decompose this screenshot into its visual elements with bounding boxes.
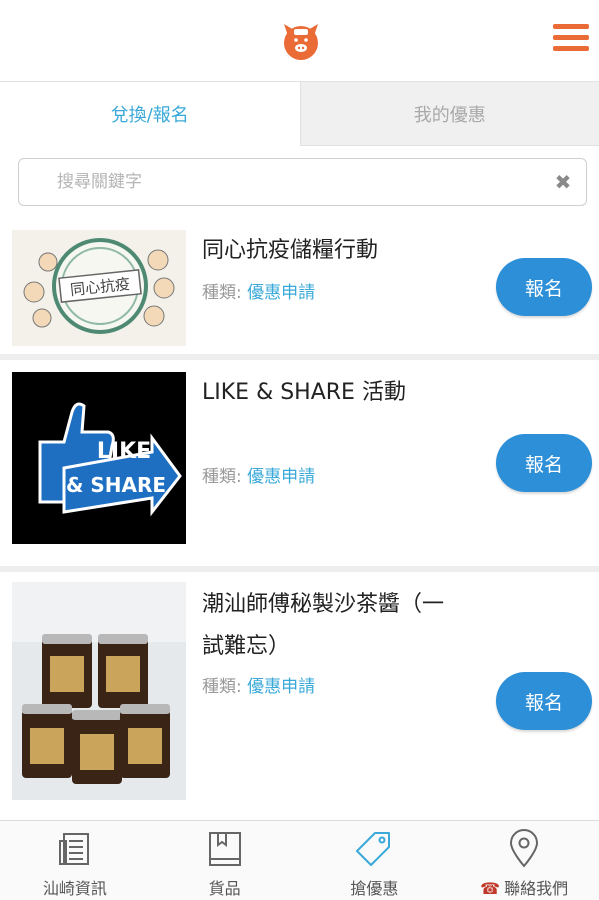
tab-my-offers[interactable]: 我的優惠	[299, 82, 599, 146]
item-image	[12, 582, 186, 800]
register-button[interactable]: 報名	[496, 434, 592, 492]
nav-item-products[interactable]: 貨品	[150, 821, 300, 900]
nav-label: 搶優惠	[350, 879, 399, 898]
search-input[interactable]	[31, 159, 551, 205]
nav-label-wrap: ☎ 聯絡我們	[449, 875, 599, 899]
bottom-navigation: 汕崎資訊 貨品 搶優惠 ☎ 聯絡我們	[0, 820, 599, 900]
telephone-icon: ☎	[480, 879, 501, 898]
nav-item-contact[interactable]: ☎ 聯絡我們	[449, 821, 599, 900]
nav-item-news[interactable]: 汕崎資訊	[0, 821, 150, 900]
tab-bar: 兌換/報名 我的優惠	[0, 82, 599, 146]
tag-icon	[356, 832, 391, 866]
category-value: 優惠申請	[247, 283, 316, 303]
book-icon	[208, 832, 241, 866]
list-item[interactable]: 潮汕師傅秘製沙茶醬（一試難忘） 種類: 優惠申請 報名	[0, 572, 599, 820]
nav-item-offers[interactable]: 搶優惠	[300, 821, 450, 900]
item-image: LIKE & SHARE	[12, 372, 186, 544]
hamburger-icon[interactable]	[553, 24, 589, 58]
image-caption-like: LIKE	[97, 439, 151, 464]
item-category: 種類: 優惠申請	[202, 278, 315, 303]
item-image: 同心抗疫	[12, 230, 186, 346]
category-value: 優惠申請	[247, 677, 316, 697]
list-item[interactable]: 同心抗疫 同心抗疫儲糧行動 種類: 優惠申請 報名	[0, 214, 599, 360]
image-caption-share: & SHARE	[66, 473, 166, 497]
category-label: 種類:	[202, 467, 242, 487]
item-category: 種類: 優惠申請	[202, 462, 315, 487]
category-value: 優惠申請	[247, 467, 316, 487]
app-header	[0, 0, 599, 82]
list-item[interactable]: LIKE & SHARE LIKE & SHARE 活動 種類: 優惠申請 報名	[0, 360, 599, 572]
news-icon	[58, 833, 89, 865]
nav-label: 聯絡我們	[504, 879, 569, 898]
nav-label: 汕崎資訊	[42, 879, 107, 898]
category-label: 種類:	[202, 283, 242, 303]
search-bar: ✖	[18, 158, 587, 206]
pig-mascot-icon[interactable]	[280, 20, 322, 62]
register-button[interactable]: 報名	[496, 258, 592, 316]
tab-redeem-register[interactable]: 兌換/報名	[0, 82, 300, 146]
item-title: LIKE & SHARE 活動	[202, 380, 406, 405]
nav-label: 貨品	[208, 879, 241, 898]
register-button[interactable]: 報名	[496, 672, 592, 730]
location-pin-icon	[510, 829, 539, 868]
item-title: 潮汕師傅秘製沙茶醬（一試難忘）	[202, 592, 445, 659]
close-icon[interactable]: ✖	[552, 171, 574, 193]
item-title: 同心抗疫儲糧行動	[202, 238, 379, 263]
category-label: 種類:	[202, 677, 242, 697]
item-category: 種類: 優惠申請	[202, 672, 315, 697]
